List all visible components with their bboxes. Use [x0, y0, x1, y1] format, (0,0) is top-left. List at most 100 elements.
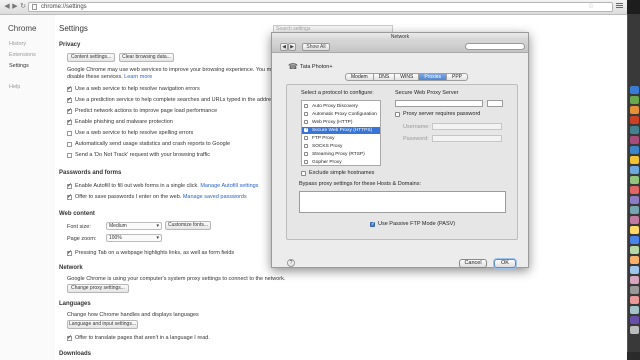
tab-proxies[interactable]: Proxies [419, 73, 447, 81]
username-label: Username: [403, 124, 430, 130]
sidebar-item-help[interactable]: Help [9, 84, 20, 90]
predict-network-checkbox[interactable] [67, 107, 72, 114]
password-label: Password: [403, 136, 429, 142]
app-dock-icon[interactable] [630, 186, 639, 194]
help-button[interactable]: ? [287, 259, 295, 267]
ok-button[interactable]: OK [494, 259, 516, 268]
back-arrow-icon[interactable]: ◀ [280, 43, 288, 51]
app-dock-icon[interactable] [630, 146, 639, 154]
browser-toolbar: ◀ ▶ ↻ chrome://settings ☆ [0, 0, 627, 15]
app-dock-icon[interactable] [630, 286, 639, 294]
font-size-label: Font size: [67, 224, 91, 230]
sidebar-item-history[interactable]: History [9, 41, 26, 47]
app-dock-icon[interactable] [630, 276, 639, 284]
manage-autofill-link[interactable]: Manage Autofill settings [200, 183, 258, 189]
back-icon[interactable]: ◀ [3, 3, 11, 11]
tab-dns[interactable]: DNS [373, 73, 396, 81]
content-settings-button[interactable]: Content settings... [67, 53, 115, 62]
app-dock-icon[interactable] [630, 196, 639, 204]
app-dock-icon[interactable] [630, 306, 639, 314]
do-not-track-checkbox[interactable] [67, 153, 72, 158]
prediction-service-checkbox[interactable] [67, 96, 72, 103]
address-bar[interactable]: chrome://settings ☆ [28, 2, 613, 12]
passive-ftp-label: Use Passive FTP Mode (PASV) [378, 221, 456, 227]
spelling-service-checkbox[interactable] [67, 131, 72, 136]
forward-icon[interactable]: ▶ [11, 3, 19, 11]
customize-fonts-button[interactable]: Customize fonts... [165, 221, 211, 230]
tab-modem[interactable]: Modem [345, 73, 374, 81]
protocol-item[interactable]: Automatic Proxy Configuration [302, 111, 380, 118]
chrome-menu-icon[interactable] [616, 3, 623, 9]
font-size-select[interactable]: Medium [106, 222, 162, 230]
exclude-simple-hostnames-checkbox[interactable] [301, 171, 306, 176]
protocol-list[interactable]: Auto Proxy Discovery Automatic Proxy Con… [301, 100, 381, 166]
sidebar-item-extensions[interactable]: Extensions [9, 52, 36, 58]
learn-more-link[interactable]: Learn more [124, 74, 152, 80]
clear-browsing-data-button[interactable]: Clear browsing data... [119, 53, 174, 62]
app-dock-icon[interactable] [630, 206, 639, 214]
phishing-protection-checkbox[interactable] [67, 118, 72, 125]
app-dock-icon[interactable] [630, 246, 639, 254]
manage-passwords-link[interactable]: Manage saved passwords [183, 194, 247, 200]
app-dock-icon[interactable] [630, 126, 639, 134]
protocol-item[interactable]: Auto Proxy Discovery [302, 103, 380, 110]
app-dock-icon[interactable] [630, 316, 639, 324]
app-dock-icon[interactable] [630, 166, 639, 174]
web-content-heading: Web content [59, 211, 95, 217]
dialog-search-input[interactable] [465, 43, 525, 50]
passive-ftp-checkbox[interactable] [370, 221, 375, 227]
spelling-service-label: Use a web service to help resolve spelli… [75, 130, 194, 136]
forward-arrow-icon[interactable]: ▶ [288, 43, 296, 51]
password-field[interactable] [432, 135, 502, 142]
app-dock-icon[interactable] [630, 176, 639, 184]
app-dock-icon[interactable] [630, 106, 639, 114]
change-proxy-settings-button[interactable]: Change proxy settings... [67, 284, 129, 293]
requires-password-checkbox[interactable] [395, 112, 400, 117]
app-dock-icon[interactable] [630, 156, 639, 164]
save-passwords-checkbox[interactable] [67, 193, 72, 200]
username-field[interactable] [432, 123, 502, 130]
protocol-item[interactable]: SOCKS Proxy [302, 143, 380, 150]
app-dock-icon[interactable] [630, 256, 639, 264]
cancel-button[interactable]: Cancel [459, 259, 487, 268]
app-dock-icon[interactable] [630, 266, 639, 274]
usage-stats-checkbox[interactable] [67, 142, 72, 147]
app-dock-icon[interactable] [630, 86, 639, 94]
tab-wins[interactable]: WINS [395, 73, 420, 81]
translate-checkbox[interactable] [67, 334, 72, 341]
app-dock-icon[interactable] [630, 96, 639, 104]
protocol-item[interactable]: Gopher Proxy [302, 159, 380, 166]
app-dock-icon[interactable] [630, 236, 639, 244]
reload-icon[interactable]: ↻ [19, 3, 27, 11]
app-dock-icon[interactable] [630, 226, 639, 234]
sidebar-item-settings[interactable]: Settings [9, 63, 29, 69]
nav-errors-checkbox[interactable] [67, 85, 72, 92]
bypass-label: Bypass proxy settings for these Hosts & … [299, 181, 421, 187]
bypass-hosts-textarea[interactable] [299, 191, 506, 213]
protocol-item[interactable]: Streaming Proxy (RTSP) [302, 151, 380, 158]
language-input-settings-button[interactable]: Language and input settings... [67, 320, 138, 329]
server-heading: Secure Web Proxy Server [395, 90, 459, 96]
translate-label: Offer to translate pages that aren't in … [75, 335, 210, 341]
app-dock-icon[interactable] [630, 296, 639, 304]
usage-stats-label: Automatically send usage statistics and … [75, 141, 230, 147]
tab-ppp[interactable]: PPP [447, 73, 469, 81]
page-zoom-select[interactable]: 100% [106, 234, 162, 242]
protocol-item[interactable]: FTP Proxy [302, 135, 380, 142]
passwords-heading: Passwords and forms [59, 170, 122, 176]
proxy-port-field[interactable] [487, 100, 503, 107]
show-all-button[interactable]: Show All [302, 43, 330, 51]
proxy-host-field[interactable] [395, 100, 483, 107]
predict-network-label: Predict network actions to improve page … [75, 108, 218, 114]
bookmark-star-icon[interactable]: ☆ [588, 3, 594, 11]
tab-highlight-checkbox[interactable] [67, 249, 72, 256]
downloads-heading: Downloads [59, 351, 92, 357]
protocol-item[interactable]: Web Proxy (HTTP) [302, 119, 380, 126]
protocol-item-selected[interactable]: Secure Web Proxy (HTTPS) [302, 126, 380, 134]
app-dock-icon[interactable] [630, 216, 639, 224]
app-dock-icon[interactable] [630, 136, 639, 144]
app-dock-icon[interactable] [630, 116, 639, 124]
dialog-toolbar: ◀ ▶ Show All [272, 41, 528, 53]
trash-icon[interactable] [630, 326, 639, 334]
autofill-checkbox[interactable] [67, 182, 72, 189]
